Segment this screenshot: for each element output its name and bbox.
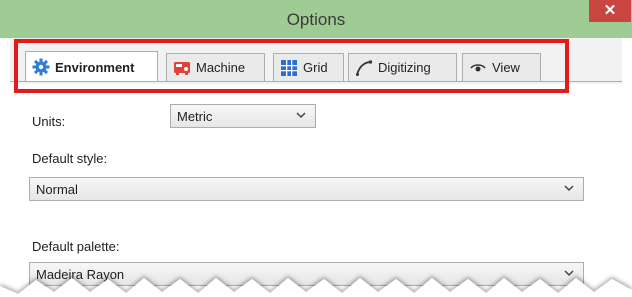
default-style-select[interactable]: Normal — [29, 177, 584, 201]
options-dialog: Options ✕ Environment Machine Grid Digit… — [0, 0, 632, 297]
close-button[interactable]: ✕ — [589, 0, 631, 22]
title-bar[interactable]: Options ✕ — [0, 0, 632, 38]
units-value: Metric — [177, 109, 213, 124]
units-select[interactable]: Metric — [170, 104, 316, 128]
default-style-value: Normal — [36, 182, 78, 197]
units-label: Units: — [32, 114, 66, 129]
default-palette-label: Default palette: — [32, 239, 120, 254]
tabs-highlight-box — [14, 39, 569, 93]
chevron-down-icon — [295, 109, 307, 121]
chevron-down-icon — [563, 182, 575, 194]
dialog-title: Options — [286, 10, 346, 29]
torn-edge-decoration — [0, 278, 632, 297]
default-style-label: Default style: — [32, 151, 108, 166]
